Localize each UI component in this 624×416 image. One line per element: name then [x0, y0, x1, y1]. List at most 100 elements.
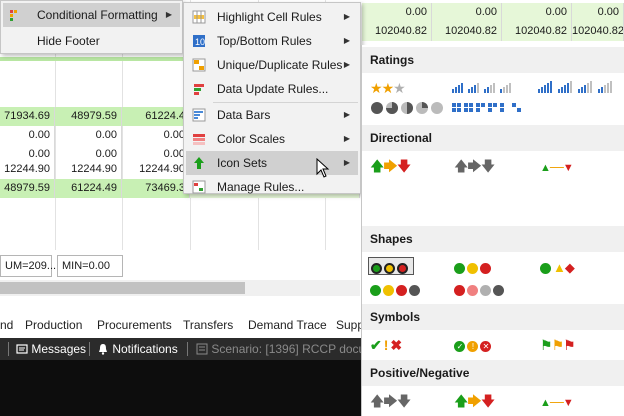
table-cell: 12244.90	[122, 160, 190, 179]
section-header-shapes: Shapes	[362, 226, 624, 252]
icon-set-pos-neg-arrows-gray[interactable]: 🡅🡆🡇	[370, 392, 410, 410]
menu-item-label: Highlight Cell Rules	[217, 5, 322, 29]
table-cell: 12244.90	[0, 160, 55, 179]
menu-item-label: Color Scales	[217, 127, 285, 151]
circle-yellow-icon	[384, 263, 395, 274]
menu-item-label: Data Update Rules...	[217, 77, 328, 101]
menu-item-color-scales[interactable]: Color Scales ▶	[186, 127, 358, 151]
tab-transfers[interactable]: Transfers	[183, 314, 233, 336]
submenu-arrow-icon: ▶	[344, 127, 350, 151]
signal-bars-icon	[538, 79, 620, 93]
diamond-red-icon: ◆	[565, 260, 574, 275]
table-cell: 0.00	[55, 126, 122, 145]
icon-set-symbols-circled[interactable]: ✓! ✕	[454, 336, 493, 354]
scrollbar-thumb[interactable]	[0, 282, 245, 294]
check-icon: ✔	[370, 337, 381, 353]
triangle-down-icon: ▼	[563, 162, 573, 174]
icon-set-red-to-black[interactable]	[454, 280, 506, 298]
menu-item-icon-sets[interactable]: Icon Sets ▶	[186, 151, 358, 175]
icon-set-traffic-lights-rimmed[interactable]	[371, 258, 410, 276]
exclamation-circle-icon: !	[467, 341, 478, 352]
icon-set-signs[interactable]: ▲◆	[540, 258, 574, 276]
conditional-formatting-menu: Highlight Cell Rules ▶ 10 Top/Bottom Rul…	[183, 2, 361, 194]
menu-item-top-bottom-rules[interactable]: 10 Top/Bottom Rules ▶	[186, 29, 358, 53]
circle-yellow-icon	[467, 263, 478, 274]
triangle-down-icon: ▼	[563, 397, 573, 409]
table-cell: 0.00	[502, 3, 572, 22]
arrow-right-icon: 🡆	[383, 158, 396, 174]
table-cell: 48979.59	[0, 179, 55, 198]
table-cell: 71934.69	[0, 107, 55, 126]
circle-red-icon	[454, 285, 465, 296]
mouse-cursor-icon	[316, 158, 330, 178]
tab-demand-trace[interactable]: Demand Trace	[248, 314, 327, 336]
conditional-formatting-icon	[9, 8, 23, 22]
section-header-directional: Directional	[362, 125, 624, 151]
menu-item-data-bars[interactable]: Data Bars ▶	[186, 103, 358, 127]
icon-sets-icon	[192, 156, 206, 170]
icon-set-3-stars[interactable]: ★★★	[370, 79, 405, 97]
highlight-cells-icon	[192, 10, 206, 24]
status-sum: UM=209...	[0, 255, 52, 277]
menu-item-highlight-cell-rules[interactable]: Highlight Cell Rules ▶	[186, 5, 358, 29]
icon-set-boxes[interactable]	[452, 101, 532, 119]
dash-icon: —	[550, 158, 563, 174]
exclamation-icon: !	[381, 337, 391, 353]
submenu-arrow-icon: ▶	[344, 103, 350, 127]
status-min: MIN=0.00	[57, 255, 123, 277]
icon-set-4-traffic-lights[interactable]	[370, 280, 422, 298]
cross-circle-icon: ✕	[480, 341, 491, 352]
dash-icon: —	[550, 393, 563, 409]
menu-item-label: Unique/Duplicate Rules	[217, 53, 342, 77]
scenario-icon	[196, 343, 208, 355]
flag-green-icon: ⚑	[540, 337, 552, 353]
circle-green-icon	[370, 285, 381, 296]
menu-item-unique-duplicate-rules[interactable]: Unique/Duplicate Rules ▶	[186, 53, 358, 77]
icon-set-pos-neg-arrows-colored[interactable]: 🡅🡆🡇	[454, 392, 494, 410]
table-cell: 48979.59	[55, 107, 122, 126]
icon-set-3-arrows-gray[interactable]: 🡅🡆🡇	[454, 157, 494, 175]
boxes-icon	[452, 101, 532, 115]
manage-rules-icon	[192, 180, 206, 194]
divider	[8, 342, 9, 356]
notifications-button[interactable]: Notifications	[97, 338, 178, 360]
circle-pink-icon	[467, 285, 478, 296]
table-cell: 102040.82	[572, 22, 624, 41]
icon-set-traffic-lights[interactable]	[454, 258, 493, 276]
scenario-label: Scenario: [1396] RCCP docun	[211, 342, 372, 356]
table-cell: 61224.49	[55, 179, 122, 198]
menu-item-manage-rules[interactable]: Manage Rules...	[186, 175, 358, 199]
menu-item-conditional-formatting[interactable]: Conditional Formatting ▶	[3, 3, 180, 27]
star-half-icon: ★	[382, 80, 394, 96]
arrow-down-icon: 🡇	[397, 158, 410, 174]
icon-set-3-arrows-colored[interactable]: 🡅🡆🡇	[370, 157, 410, 175]
tab-production[interactable]: Production	[25, 314, 82, 336]
bell-icon	[97, 343, 109, 355]
icon-set-signal-bars-5[interactable]	[538, 79, 620, 97]
icon-set-quarters[interactable]	[370, 101, 444, 119]
tab-procurements[interactable]: Procurements	[97, 314, 172, 336]
scenario-indicator[interactable]: Scenario: [1396] RCCP docun	[196, 338, 372, 360]
pie-quarters-icon	[370, 101, 444, 115]
arrow-up-icon: 🡅	[370, 393, 383, 409]
messages-button[interactable]: Messages	[16, 338, 86, 360]
tab-demand[interactable]: nd	[0, 314, 13, 336]
arrow-right-icon: 🡆	[467, 393, 480, 409]
star-empty-icon: ★	[393, 80, 405, 96]
icon-set-pos-neg-triangles[interactable]: ▲—▼	[540, 392, 573, 410]
menu-item-hide-footer[interactable]: Hide Footer	[3, 29, 180, 53]
icon-set-signal-bars-4[interactable]	[452, 79, 514, 97]
menu-item-data-update-rules[interactable]: Data Update Rules...	[186, 77, 358, 101]
submenu-arrow-icon: ▶	[344, 151, 350, 175]
tab-supply[interactable]: Supp	[336, 314, 364, 336]
icon-set-3-triangles[interactable]: ▲—▼	[540, 157, 573, 175]
section-header-ratings: Ratings	[362, 47, 624, 73]
circle-green-icon	[371, 263, 382, 274]
arrow-up-icon: 🡅	[454, 158, 467, 174]
flag-red-icon: ⚑	[563, 337, 575, 353]
menu-item-label: Hide Footer	[37, 29, 100, 53]
icon-set-flags[interactable]: ⚑⚑⚑	[540, 336, 575, 354]
divider	[187, 342, 188, 356]
icon-set-symbols-uncircled[interactable]: ✔! ✖	[370, 336, 401, 354]
table-cell: 0.00	[122, 126, 190, 145]
